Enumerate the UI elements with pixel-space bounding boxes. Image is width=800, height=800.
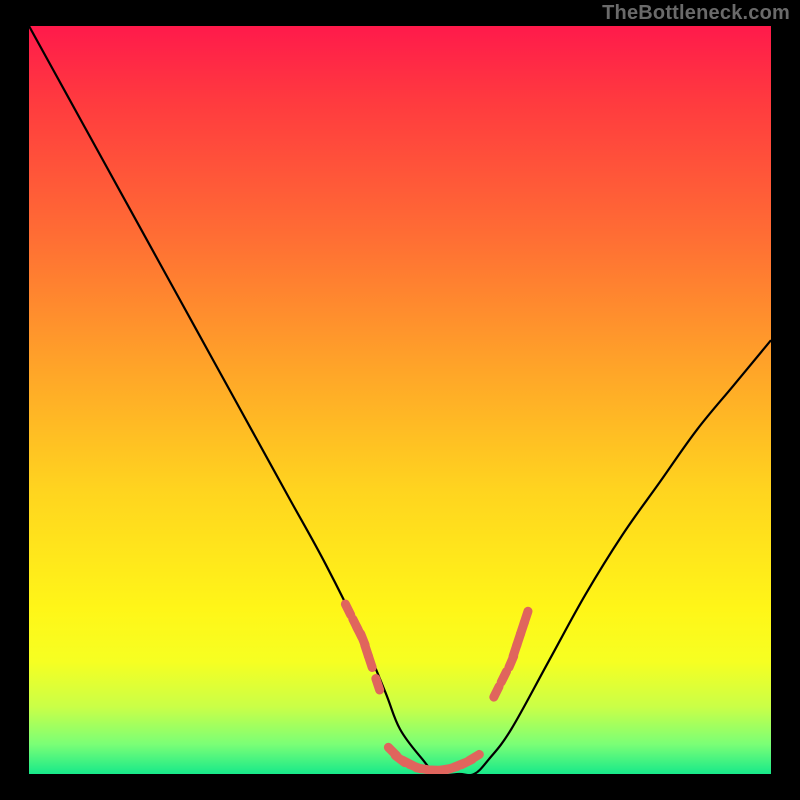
data-marker — [517, 634, 521, 645]
data-marker — [521, 622, 525, 633]
data-marker — [513, 645, 517, 656]
plot-area — [29, 26, 771, 774]
data-marker — [376, 679, 380, 690]
data-marker — [501, 671, 506, 682]
bottleneck-curve — [29, 26, 771, 774]
watermark-text: TheBottleneck.com — [602, 2, 790, 25]
data-marker — [409, 764, 420, 768]
data-marker — [494, 686, 499, 697]
data-marker — [509, 656, 514, 667]
data-marker — [365, 645, 369, 656]
marker-group — [345, 604, 528, 770]
data-marker — [345, 604, 350, 615]
data-marker — [353, 619, 358, 630]
data-marker — [395, 755, 405, 762]
data-marker — [446, 766, 457, 769]
data-marker — [454, 763, 465, 767]
data-marker — [402, 760, 413, 765]
data-marker — [524, 611, 528, 622]
data-marker — [368, 656, 372, 667]
chart-svg — [29, 26, 771, 774]
chart-frame: TheBottleneck.com — [0, 0, 800, 800]
data-marker — [439, 769, 451, 771]
data-marker — [461, 759, 472, 764]
data-marker — [469, 754, 479, 760]
data-marker — [357, 627, 362, 638]
data-marker — [361, 634, 365, 645]
data-marker — [416, 768, 428, 770]
data-marker — [388, 747, 396, 756]
